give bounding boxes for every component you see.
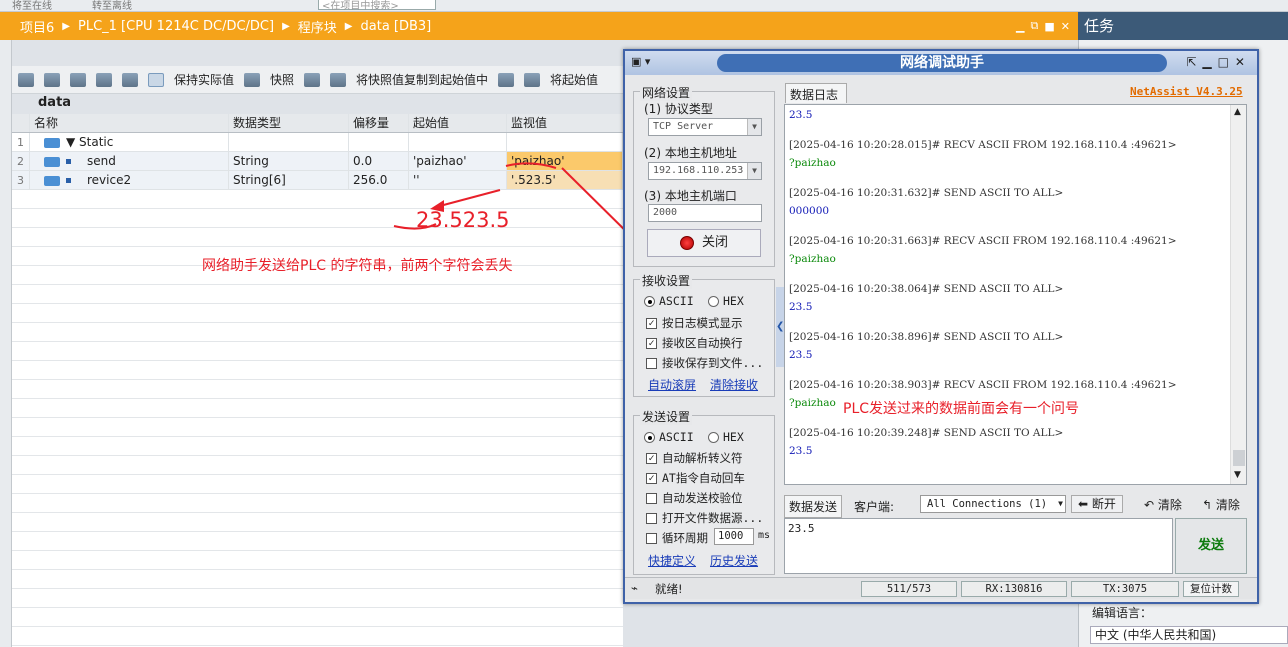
version-link[interactable]: NetAssist V4.3.25 [1130,85,1243,98]
protocol-select[interactable]: TCP Server ▼ [648,118,762,136]
chevron-down-icon: ▼ [1058,499,1063,508]
log-entry: [2025-04-16 10:20:39.248]# SEND ASCII TO… [789,427,1064,439]
send-at-checkbox[interactable]: ✓ AT指令自动回车 [646,470,745,486]
annotation-value: 23.523.5 [416,208,510,232]
log-entry: [2025-04-16 10:20:38.896]# SEND ASCII TO… [789,331,1064,343]
log-entry: [2025-04-16 10:20:31.663]# RECV ASCII FR… [789,235,1177,247]
status-tx: TX:3075 [1071,581,1179,597]
data-log[interactable]: 23.5 [2025-04-16 10:20:28.015]# RECV ASCI… [784,104,1247,485]
clear-all-button[interactable]: ↰ 清除 [1202,496,1240,513]
send-settings-group: 发送设置 ASCII HEX ✓ 自动解析转义符 ✓ AT指令自动回车 自动发送校验… [633,408,775,575]
scroll-thumb[interactable] [1233,450,1245,466]
reset-count-button[interactable]: 复位计数 [1183,581,1239,597]
log-entry: [2025-04-16 10:20:31.632]# SEND ASCII TO… [789,187,1064,199]
status-bar: ⌁ 就绪! 511/573 RX:130816 TX:3075 复位计数 [625,577,1257,599]
port-input[interactable]: 2000 [648,204,762,222]
tab-data-log[interactable]: 数据日志 [785,83,847,103]
netassist-window: ▣ ▾ 网络调试助手 ⇱▁□✕ 网络设置 (1) 协议类型 TCP Server… [623,49,1259,604]
send-cycle-checkbox[interactable]: 循环周期 [646,530,708,546]
send-button[interactable]: 发送 [1175,518,1247,574]
status-rx: RX:130816 [961,581,1067,597]
recv-auto-wrap-checkbox[interactable]: ✓ 接收区自动换行 [646,335,743,351]
client-label: 客户端: [854,500,895,514]
net-settings-title: 网络设置 [640,84,693,101]
log-entry: [2025-04-16 10:20:38.064]# SEND ASCII TO… [789,283,1064,295]
recv-settings-group: 接收设置 ASCII HEX ✓ 按日志模式显示 ✓ 接收区自动换行 接收保存到文件… [633,272,775,397]
window-titlebar[interactable]: ▣ ▾ 网络调试助手 ⇱▁□✕ [625,51,1257,75]
log-entry: ?paizhao [789,253,836,265]
scroll-down-icon[interactable]: ▼ [1234,470,1241,480]
log-scrollbar[interactable]: ▲ ▼ [1230,105,1246,484]
shortcut-link[interactable]: 快捷定义 [648,552,696,569]
history-link[interactable]: 历史发送 [710,552,758,569]
chevron-down-icon: ▼ [747,163,761,179]
window-controls[interactable]: ⇱▁□✕ [1186,55,1251,69]
log-entry: 23.5 [789,445,813,457]
cycle-unit: ms [758,530,771,541]
annotation-note-1: 网络助手发送给PLC 的字符串，前两个字符会丢失 [202,258,513,274]
recv-save-file-checkbox[interactable]: 接收保存到文件... [646,355,763,371]
recv-ascii-radio[interactable]: ASCII [644,294,694,308]
port-label: (3) 本地主机端口 [644,189,737,203]
cycle-input[interactable]: 1000 [714,528,754,545]
send-file-source-checkbox[interactable]: 打开文件数据源... [646,510,763,526]
log-entry: 000000 [789,205,830,217]
send-bar: 数据发送 客户端: All Connections (1) ▼ ⬅ 断开 ↶ 清除… [784,495,1247,518]
recv-hex-radio[interactable]: HEX [708,294,744,308]
tab-data-send[interactable]: 数据发送 [784,495,843,518]
send-ascii-radio[interactable]: ASCII [644,430,694,444]
send-textarea[interactable]: 23.5 [784,518,1173,574]
protocol-label: (1) 协议类型 [644,102,713,116]
log-entry: 23.5 [789,109,813,121]
log-entry: 23.5 [789,301,813,313]
status-text: 就绪! [655,582,683,596]
recv-log-mode-checkbox[interactable]: ✓ 按日志模式显示 [646,315,743,331]
clear-recv-link[interactable]: 清除接收 [710,376,758,393]
log-entry: ?paizhao [789,397,836,409]
connection-select[interactable]: All Connections (1) ▼ [920,495,1066,513]
status-led-icon [679,235,694,250]
recv-settings-title: 接收设置 [640,272,693,289]
close-connection-button[interactable]: 关闭 [647,229,761,257]
host-select[interactable]: 192.168.110.253 ▼ [648,162,762,180]
system-menu-icon[interactable]: ▣ ▾ [631,55,650,68]
send-escape-checkbox[interactable]: ✓ 自动解析转义符 [646,450,743,466]
send-hex-radio[interactable]: HEX [708,430,744,444]
chevron-down-icon: ▼ [747,119,761,135]
send-settings-title: 发送设置 [640,408,693,425]
status-count: 511/573 [861,581,957,597]
auto-scroll-link[interactable]: 自动滚屏 [648,376,696,393]
log-entry: 23.5 [789,349,813,361]
annotation-note-2: PLC发送过来的数据前面会有一个问号 [843,401,1080,417]
status-icon: ⌁ [631,581,638,595]
log-entry: [2025-04-16 10:20:38.903]# RECV ASCII FR… [789,379,1177,391]
disconnect-button[interactable]: ⬅ 断开 [1071,495,1123,513]
host-label: (2) 本地主机地址 [644,146,737,160]
log-entry: ?paizhao [789,157,836,169]
scroll-up-icon[interactable]: ▲ [1234,107,1241,117]
clear-send-button[interactable]: ↶ 清除 [1144,496,1182,513]
window-title: 网络调试助手 [717,54,1167,72]
log-entry: [2025-04-16 10:20:28.015]# RECV ASCII FR… [789,139,1177,151]
send-checksum-checkbox[interactable]: 自动发送校验位 [646,490,743,506]
collapse-panel-handle[interactable]: ❮ [776,287,784,367]
